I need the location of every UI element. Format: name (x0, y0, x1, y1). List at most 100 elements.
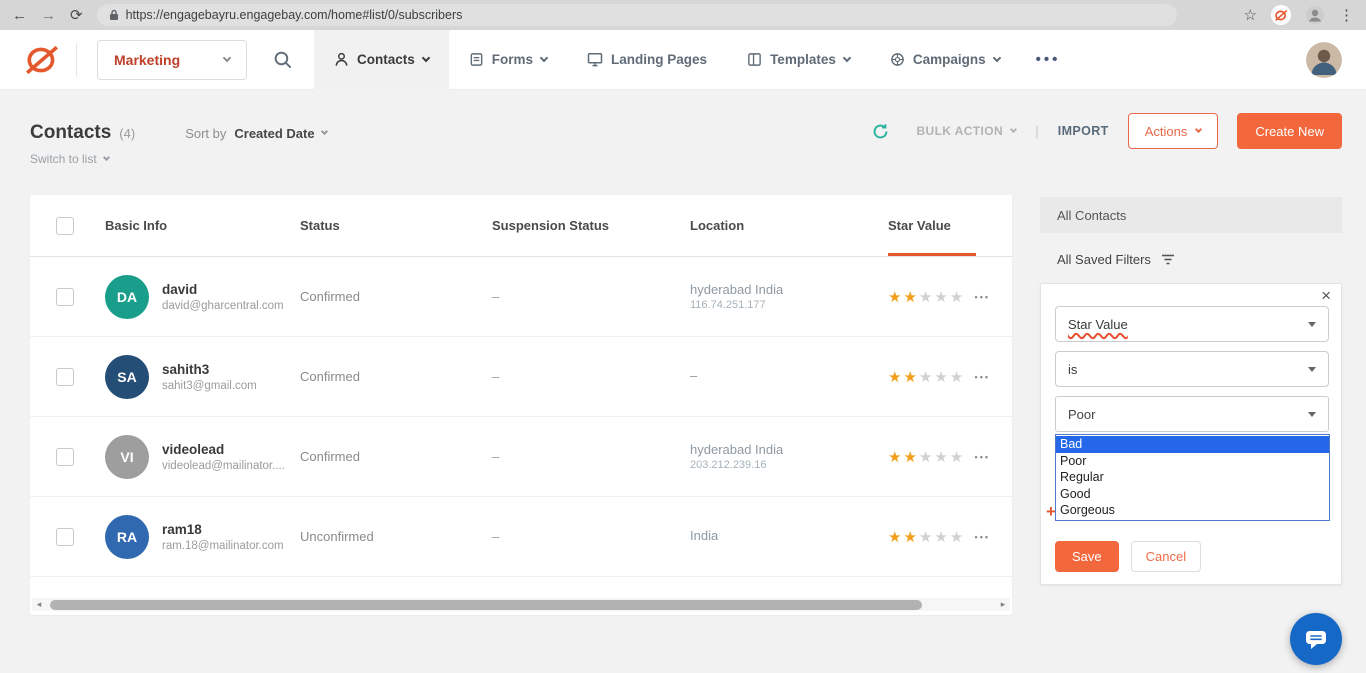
refresh-icon[interactable] (872, 123, 889, 140)
actions-label: Actions (1145, 124, 1188, 139)
browser-reload-icon[interactable]: ⟳ (70, 8, 83, 23)
column-header-star-value[interactable]: Star Value (888, 218, 951, 233)
save-button[interactable]: Save (1055, 541, 1119, 572)
contact-status: Confirmed (300, 449, 492, 464)
browser-profile-icon[interactable] (1305, 5, 1325, 25)
all-saved-filters-item[interactable]: All Saved Filters (1040, 241, 1342, 277)
column-header-suspension-status[interactable]: Suspension Status (492, 218, 690, 233)
row-checkbox[interactable] (56, 528, 74, 546)
cancel-button[interactable]: Cancel (1131, 541, 1201, 572)
star-filled-icon[interactable]: ★ (903, 368, 916, 386)
contact-email: sahit3@gmail.com (162, 380, 257, 392)
all-contacts-item[interactable]: All Contacts (1040, 197, 1342, 233)
nav-item-landing-pages[interactable]: Landing Pages (567, 30, 727, 90)
star-empty-icon[interactable]: ★ (934, 368, 947, 386)
switch-to-list-dropdown[interactable]: Switch to list (30, 152, 109, 166)
engagebay-logo[interactable] (24, 44, 60, 76)
dropdown-option-regular[interactable]: Regular (1056, 469, 1329, 486)
campaigns-icon (890, 52, 905, 67)
table-row: SA sahith3 sahit3@gmail.com Confirmed – … (30, 337, 1012, 417)
location-city: hyderabad India (690, 442, 888, 457)
star-empty-icon[interactable]: ★ (919, 368, 932, 386)
contact-name[interactable]: videolead (162, 442, 285, 457)
star-empty-icon[interactable]: ★ (950, 288, 963, 306)
select-all-checkbox[interactable] (56, 217, 74, 235)
star-empty-icon[interactable]: ★ (934, 448, 947, 466)
browser-forward-icon[interactable]: → (41, 8, 56, 23)
star-rating: ★★★★★ (888, 448, 963, 466)
filter-field-select[interactable]: Star Value (1055, 306, 1329, 342)
dropdown-option-poor[interactable]: Poor (1056, 453, 1329, 470)
import-button[interactable]: IMPORT (1058, 124, 1109, 138)
row-checkbox[interactable] (56, 448, 74, 466)
dropdown-option-good[interactable]: Good (1056, 486, 1329, 503)
column-header-basic-info[interactable]: Basic Info (105, 218, 300, 233)
star-empty-icon[interactable]: ★ (950, 528, 963, 546)
scroll-right-icon[interactable]: ▸ (996, 598, 1010, 611)
star-empty-icon[interactable]: ★ (950, 368, 963, 386)
row-menu-button[interactable]: ••• (975, 292, 990, 302)
filter-panel: All Contacts All Saved Filters × Star Va… (1040, 197, 1342, 587)
star-filled-icon[interactable]: ★ (888, 448, 901, 466)
dropdown-option-bad[interactable]: Bad (1056, 436, 1329, 453)
module-label: Marketing (114, 52, 180, 68)
contact-name[interactable]: ram18 (162, 522, 284, 537)
row-menu-button[interactable]: ••• (975, 452, 990, 462)
table-body: DA david david@gharcentral.com Confirmed… (30, 257, 1012, 577)
star-empty-icon[interactable]: ★ (934, 288, 947, 306)
module-selector[interactable]: Marketing (97, 40, 247, 80)
star-empty-icon[interactable]: ★ (919, 288, 932, 306)
select-arrow-icon (1308, 367, 1316, 372)
nav-item-contacts[interactable]: Contacts (314, 30, 449, 90)
contact-name[interactable]: david (162, 282, 284, 297)
sort-by-label: Sort by (185, 126, 226, 141)
star-filled-icon[interactable]: ★ (888, 368, 901, 386)
bulk-action-dropdown[interactable]: BULK ACTION (916, 124, 1016, 138)
nav-item-campaigns[interactable]: Campaigns (870, 30, 1020, 90)
sort-by-dropdown[interactable]: Created Date (234, 126, 326, 141)
create-new-button[interactable]: Create New (1237, 113, 1342, 149)
contact-avatar: VI (105, 435, 149, 479)
row-menu-button[interactable]: ••• (975, 532, 990, 542)
actions-button[interactable]: Actions (1128, 113, 1219, 149)
search-icon[interactable] (273, 50, 292, 69)
address-bar[interactable]: https://engagebayru.engagebay.com/home#l… (97, 4, 1177, 26)
row-menu-button[interactable]: ••• (975, 372, 990, 382)
extension-badge-icon[interactable] (1271, 5, 1291, 25)
user-avatar[interactable] (1306, 42, 1342, 78)
filter-value-select[interactable]: Poor (1055, 396, 1329, 432)
star-rating: ★★★★★ (888, 528, 963, 546)
dropdown-option-gorgeous[interactable]: Gorgeous (1056, 502, 1329, 519)
column-header-location[interactable]: Location (690, 218, 888, 233)
filter-value-value: Poor (1068, 407, 1095, 422)
nav-item-templates[interactable]: Templates (727, 30, 870, 90)
app-header: Marketing Contacts Forms Landing Pages (0, 30, 1366, 90)
star-filled-icon[interactable]: ★ (903, 288, 916, 306)
close-icon[interactable]: × (1321, 287, 1331, 304)
horizontal-scrollbar[interactable]: ◂ ▸ (32, 598, 1010, 611)
scrollbar-thumb[interactable] (50, 600, 922, 610)
scroll-left-icon[interactable]: ◂ (32, 598, 46, 611)
row-checkbox[interactable] (56, 288, 74, 306)
row-checkbox[interactable] (56, 368, 74, 386)
filter-operator-select[interactable]: is (1055, 351, 1329, 387)
star-empty-icon[interactable]: ★ (919, 528, 932, 546)
star-filled-icon[interactable]: ★ (903, 528, 916, 546)
nav-item-forms[interactable]: Forms (449, 30, 567, 90)
browser-menu-icon[interactable]: ⋮ (1339, 8, 1354, 23)
nav-more-button[interactable]: ••• (1036, 51, 1061, 68)
star-filled-icon[interactable]: ★ (888, 528, 901, 546)
chevron-down-icon (1195, 125, 1202, 132)
star-empty-icon[interactable]: ★ (950, 448, 963, 466)
bookmark-star-icon[interactable]: ☆ (1244, 8, 1257, 23)
location-city: hyderabad India (690, 282, 888, 297)
star-empty-icon[interactable]: ★ (919, 448, 932, 466)
forms-icon (469, 52, 484, 67)
star-filled-icon[interactable]: ★ (903, 448, 916, 466)
star-filled-icon[interactable]: ★ (888, 288, 901, 306)
column-header-status[interactable]: Status (300, 218, 492, 233)
contact-name[interactable]: sahith3 (162, 362, 257, 377)
browser-back-icon[interactable]: ← (12, 8, 27, 23)
star-empty-icon[interactable]: ★ (934, 528, 947, 546)
chat-widget-button[interactable] (1290, 613, 1342, 665)
